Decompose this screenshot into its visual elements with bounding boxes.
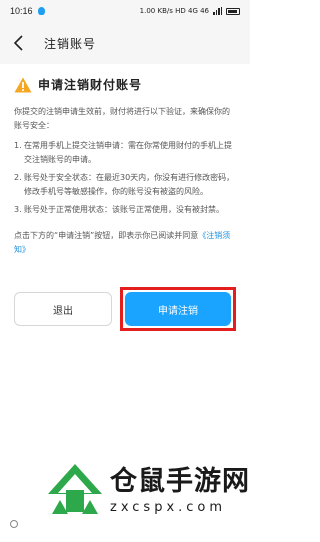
condition-item: 1. 在常用手机上提交注销申请：需在你常使用财付的手机上提交注销账号的申请。 [14,139,236,167]
condition-text: 在常用手机上提交注销申请：需在你常使用财付的手机上提交注销账号的申请。 [24,141,232,164]
page-title: 注销账号 [44,36,97,51]
qq-notification-icon [37,7,45,15]
condition-list: 1. 在常用手机上提交注销申请：需在你常使用财付的手机上提交注销账号的申请。 2… [14,139,236,217]
warning-header: 申请注销财付账号 [14,76,250,93]
action-buttons: 退出 申请注销 [14,287,236,331]
status-right-text: 1.00 KB/s HD 4G 46 [139,7,209,15]
main-content: 申请注销财付账号 你提交的注销申请生效前，财付将进行以下验证，来确保你的账号安全… [0,64,250,257]
intro-text: 你提交的注销申请生效前，财付将进行以下验证，来确保你的账号安全： [14,107,230,130]
condition-item: 2. 账号处于安全状态：在最近30天内，你没有进行修改密码，修改手机号等敏感操作… [14,171,236,199]
signal-icon [213,7,222,15]
condition-item: 3. 账号处于正常使用状态：该账号正常使用，没有被封禁。 [14,203,236,217]
condition-text: 账号处于正常使用状态：该账号正常使用，没有被封禁。 [24,205,224,214]
watermark-site-name: 仓鼠手游网 [110,466,250,497]
watermark-url: zxcspx.com [110,500,227,515]
condition-number: 3. [14,205,22,214]
condition-text: 账号处于安全状态：在最近30天内，你没有进行修改密码，修改手机号等敏感操作，你的… [24,173,235,196]
quit-button[interactable]: 退出 [14,292,112,326]
watermark-text: 仓鼠手游网 zxcspx.com [110,467,250,515]
status-time: 10:16 [10,6,33,16]
highlight-box: 申请注销 [120,287,236,331]
status-bar: 10:16 1.00 KB/s HD 4G 46 [0,0,250,22]
notice-text: 点击下方的“申请注销”按钮，即表示你已阅读并同意 [14,231,199,240]
condition-number: 1. [14,141,22,150]
site-watermark: 仓鼠手游网 zxcspx.com [44,456,250,526]
status-indicators: 1.00 KB/s HD 4G 46 [140,7,240,15]
back-button[interactable] [4,28,34,58]
assistive-dot-icon[interactable] [10,520,18,528]
apply-cancellation-button[interactable]: 申请注销 [125,292,231,326]
warning-icon [14,77,32,93]
warning-title: 申请注销财付账号 [38,78,143,92]
watermark-logo-icon [44,460,106,522]
agreement-notice: 点击下方的“申请注销”按钮，即表示你已阅读并同意《注销须知》 [14,229,236,257]
header-bar: 注销账号 [0,22,250,64]
condition-number: 2. [14,173,22,182]
chevron-left-icon [13,35,23,51]
battery-icon [226,7,240,15]
